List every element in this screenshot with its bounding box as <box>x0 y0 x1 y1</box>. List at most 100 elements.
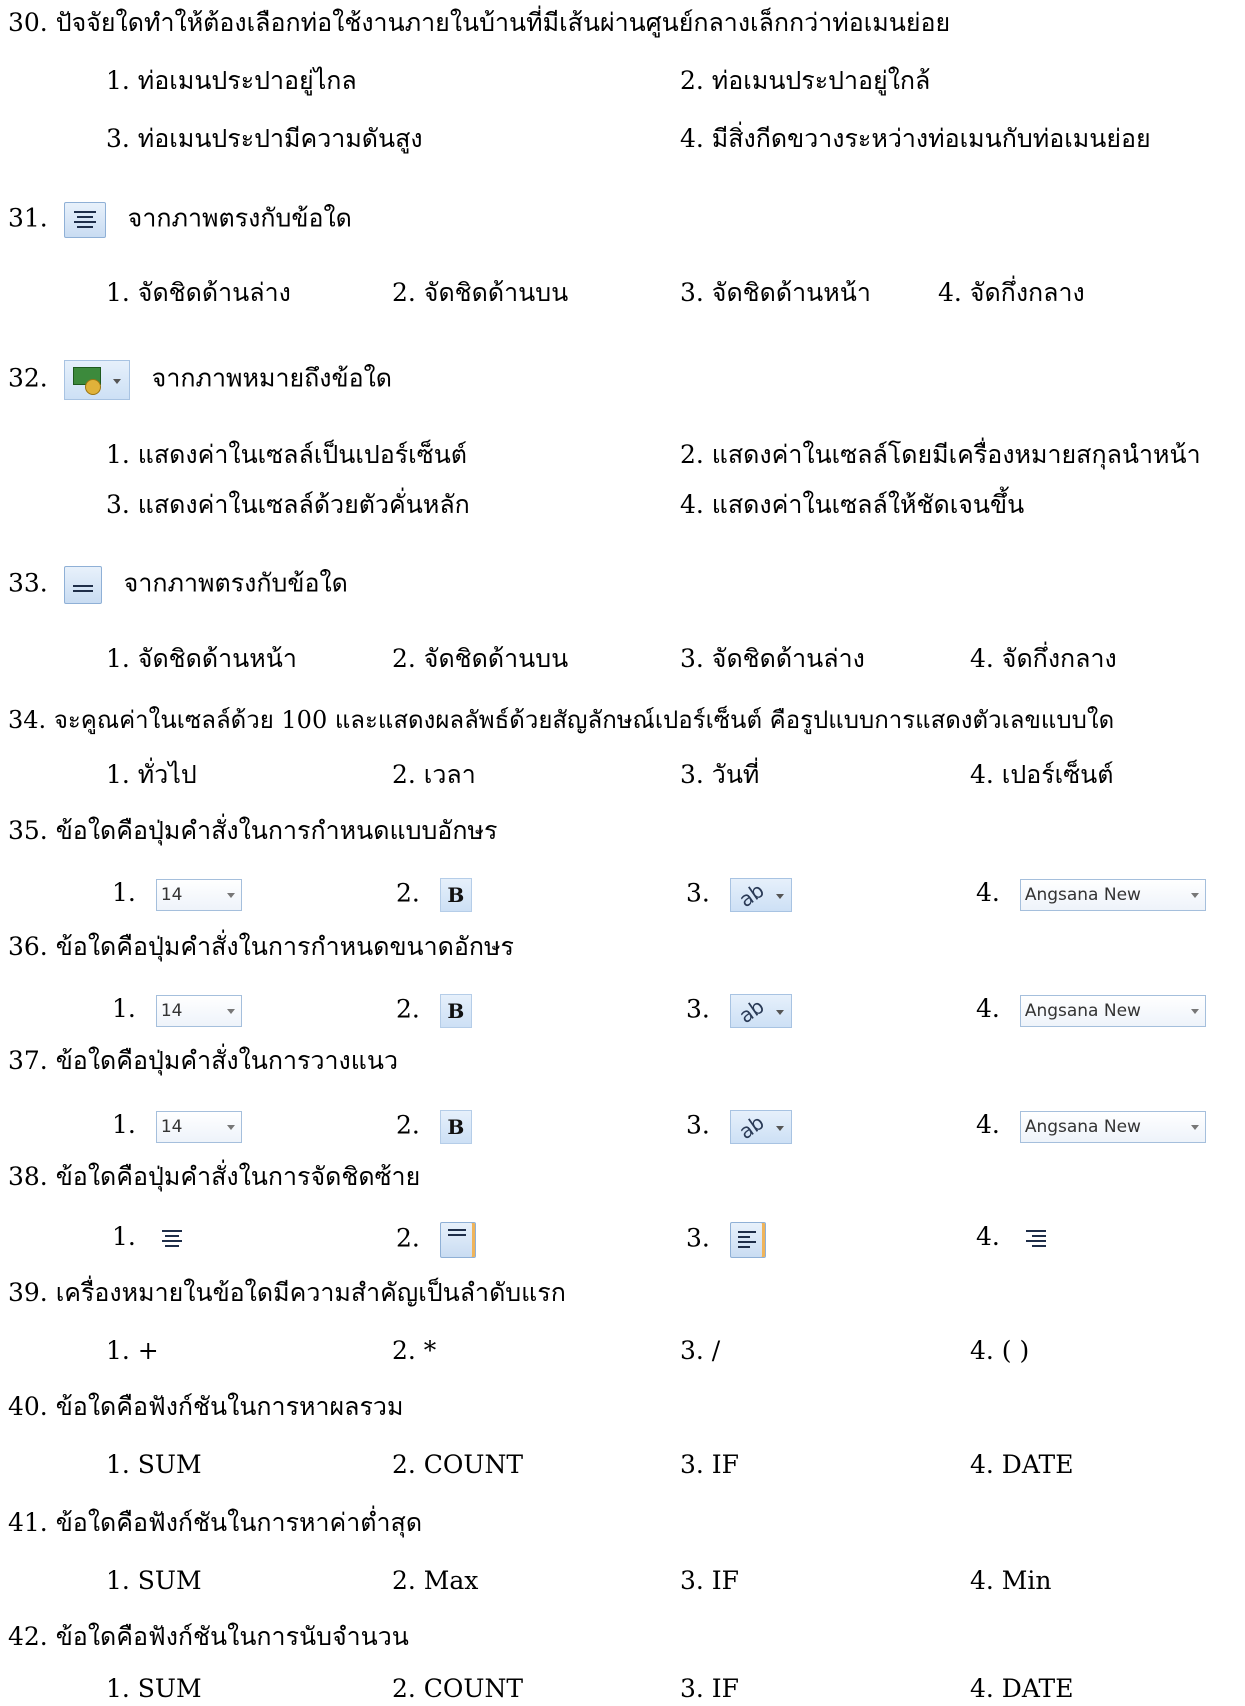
question-number: 34. <box>8 706 47 734</box>
question-number: 30. <box>8 8 48 37</box>
font-size-combo-icon: 14 <box>155 878 242 911</box>
choice-34-2: 2. เวลา <box>392 760 476 789</box>
align-left-icon <box>729 1222 766 1258</box>
choice-34-4: 4. เปอร์เซ็นต์ <box>970 760 1114 789</box>
choice-31-1: 1. จัดชิดด้านล่าง <box>106 278 291 307</box>
question-number: 42. <box>8 1622 48 1651</box>
font-size-combo-icon: 14 <box>155 994 242 1027</box>
question-text: ข้อใดคือฟังก์ชันในการนับจำนวน <box>55 1622 409 1651</box>
currency-format-icon <box>63 360 130 400</box>
choice-36-2: 2. B <box>396 994 472 1028</box>
question-text: เครื่องหมายในข้อใดมีความสำคัญเป็นลำดับแร… <box>55 1278 566 1307</box>
choice-39-1: 1. + <box>106 1336 159 1365</box>
choice-32-3: 3. แสดงค่าในเซลล์ด้วยตัวคั่นหลัก <box>106 490 470 519</box>
question-number: 33. <box>8 568 48 598</box>
choice-30-1: 1. ท่อเมนประปาอยู่ไกล <box>106 66 357 95</box>
choice-37-1: 1. 14 <box>112 1110 242 1143</box>
question-text: จากภาพตรงกับข้อใด <box>123 568 348 598</box>
choice-33-1: 1. จัดชิดด้านหน้า <box>106 644 297 673</box>
choice-32-1: 1. แสดงค่าในเซลล์เป็นเปอร์เซ็นต์ <box>106 440 468 469</box>
align-center-icon <box>156 1223 188 1255</box>
question-37: 37. ข้อใดคือปุ่มคำสั่งในการวางแนว <box>8 1046 398 1076</box>
choice-39-4: 4. ( ) <box>970 1336 1030 1365</box>
choice-37-3: 3. ab <box>686 1110 792 1144</box>
choice-31-3: 3. จัดชิดด้านหน้า <box>680 278 871 307</box>
question-text: จากภาพตรงกับข้อใด <box>127 203 352 233</box>
question-33: 33. จากภาพตรงกับข้อใด <box>8 566 348 604</box>
bold-icon: B <box>439 878 472 912</box>
question-39: 39. เครื่องหมายในข้อใดมีความสำคัญเป็นลำด… <box>8 1278 566 1308</box>
question-text: ข้อใดคือปุ่มคำสั่งในการกำหนดแบบอักษร <box>55 816 498 845</box>
align-center-icon <box>63 202 106 238</box>
font-name-combo-icon: Angsana New <box>1019 1110 1206 1143</box>
question-number: 41. <box>8 1508 48 1537</box>
question-number: 35. <box>8 816 48 845</box>
choice-41-2: 2. Max <box>392 1566 479 1595</box>
font-name-combo-icon: Angsana New <box>1019 994 1206 1027</box>
choice-40-2: 2. COUNT <box>392 1450 524 1479</box>
choice-35-2: 2. B <box>396 878 472 912</box>
question-31: 31. จากภาพตรงกับข้อใด <box>8 202 352 238</box>
question-32: 32. จากภาพหมายถึงข้อใด <box>8 360 392 400</box>
choice-38-2: 2. <box>396 1222 476 1258</box>
align-right-icon <box>1020 1223 1052 1255</box>
choice-42-1: 1. SUM <box>106 1674 202 1703</box>
question-text: ข้อใดคือปุ่มคำสั่งในการวางแนว <box>55 1046 399 1075</box>
choice-37-4: 4. Angsana New <box>976 1110 1206 1143</box>
font-name-combo-icon: Angsana New <box>1019 878 1206 911</box>
question-42: 42. ข้อใดคือฟังก์ชันในการนับจำนวน <box>8 1622 409 1652</box>
question-number: 38. <box>8 1162 48 1191</box>
choice-35-3: 3. ab <box>686 878 792 912</box>
choice-30-4: 4. มีสิ่งกีดขวางระหว่างท่อเมนกับท่อเมนย่… <box>680 124 1151 153</box>
choice-30-3: 3. ท่อเมนประปามีความดันสูง <box>106 124 423 153</box>
question-34: 34. จะคูณค่าในเซลล์ด้วย 100 และแสดงผลลัพ… <box>8 706 1114 735</box>
choice-36-4: 4. Angsana New <box>976 994 1206 1027</box>
align-top-icon <box>439 1222 476 1258</box>
orientation-icon: ab <box>729 1110 792 1144</box>
choice-31-2: 2. จัดชิดด้านบน <box>392 278 569 307</box>
choice-38-4: 4. <box>976 1222 1052 1255</box>
choice-33-2: 2. จัดชิดด้านบน <box>392 644 569 673</box>
question-text: จากภาพหมายถึงข้อใด <box>151 363 393 393</box>
question-text: ข้อใดคือฟังก์ชันในการหาผลรวม <box>55 1392 404 1421</box>
choice-40-4: 4. DATE <box>970 1450 1074 1479</box>
question-text: จะคูณค่าในเซลล์ด้วย 100 และแสดงผลลัพธ์ด้… <box>53 706 1115 734</box>
choice-42-2: 2. COUNT <box>392 1674 524 1703</box>
choice-33-3: 3. จัดชิดด้านล่าง <box>680 644 865 673</box>
choice-34-3: 3. วันที่ <box>680 760 760 789</box>
choice-35-1: 1. 14 <box>112 878 242 911</box>
question-36: 36. ข้อใดคือปุ่มคำสั่งในการกำหนดขนาดอักษ… <box>8 932 514 962</box>
align-bottom-icon <box>63 566 102 604</box>
choice-41-1: 1. SUM <box>106 1566 202 1595</box>
choice-39-2: 2. * <box>392 1336 437 1365</box>
question-40: 40. ข้อใดคือฟังก์ชันในการหาผลรวม <box>8 1392 403 1422</box>
question-number: 31. <box>8 203 48 233</box>
choice-40-3: 3. IF <box>680 1450 740 1479</box>
question-41: 41. ข้อใดคือฟังก์ชันในการหาค่าต่ำสุด <box>8 1508 422 1538</box>
orientation-icon: ab <box>729 878 792 912</box>
choice-41-3: 3. IF <box>680 1566 740 1595</box>
choice-42-3: 3. IF <box>680 1674 740 1703</box>
choice-39-3: 3. / <box>680 1336 721 1365</box>
orientation-icon: ab <box>729 994 792 1028</box>
choice-38-1: 1. <box>112 1222 188 1255</box>
question-number: 37. <box>8 1046 48 1075</box>
choice-36-3: 3. ab <box>686 994 792 1028</box>
question-number: 32. <box>8 363 48 393</box>
choice-33-4: 4. จัดกึ่งกลาง <box>970 644 1117 673</box>
bold-icon: B <box>439 1110 472 1144</box>
choice-30-2: 2. ท่อเมนประปาอยู่ใกล้ <box>680 66 931 95</box>
choice-36-1: 1. 14 <box>112 994 242 1027</box>
question-number: 36. <box>8 932 48 961</box>
choice-37-2: 2. B <box>396 1110 472 1144</box>
choice-32-4: 4. แสดงค่าในเซลล์ให้ชัดเจนขึ้น <box>680 490 1025 519</box>
choice-42-4: 4. DATE <box>970 1674 1074 1703</box>
choice-40-1: 1. SUM <box>106 1450 202 1479</box>
font-size-combo-icon: 14 <box>155 1110 242 1143</box>
choice-31-4: 4. จัดกึ่งกลาง <box>938 278 1085 307</box>
choice-35-4: 4. Angsana New <box>976 878 1206 911</box>
question-text: ข้อใดคือปุ่มคำสั่งในการจัดชิดซ้าย <box>55 1162 421 1191</box>
question-35: 35. ข้อใดคือปุ่มคำสั่งในการกำหนดแบบอักษร <box>8 816 497 846</box>
choice-32-2: 2. แสดงค่าในเซลล์โดยมีเครื่องหมายสกุลนำห… <box>680 440 1201 469</box>
question-30: 30. ปัจจัยใดทำให้ต้องเลือกท่อใช้งานภายใน… <box>8 8 950 38</box>
